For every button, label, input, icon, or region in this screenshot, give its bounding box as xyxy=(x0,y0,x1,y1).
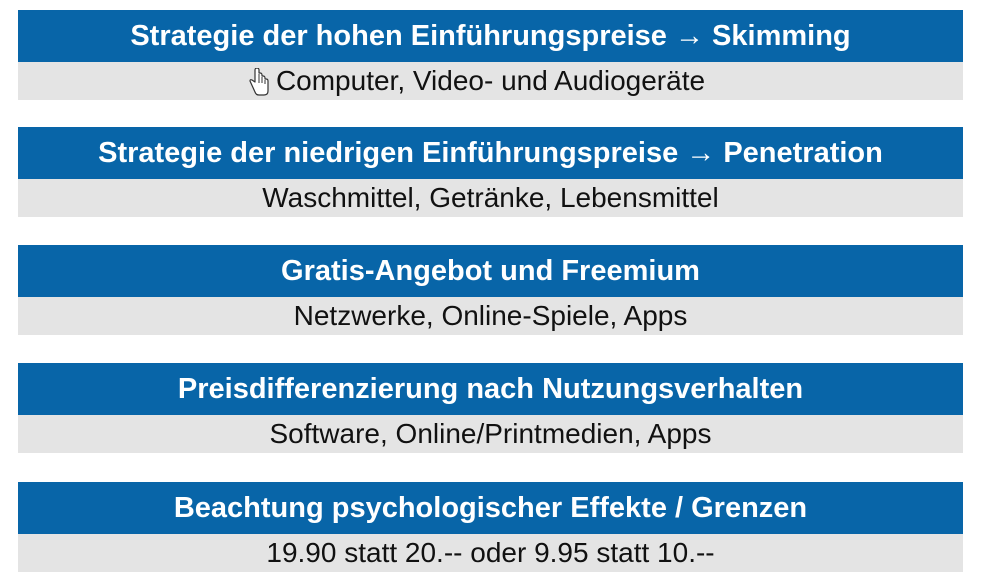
strategy-block-psychological-effects: Beachtung psychologischer Effekte / Gren… xyxy=(18,482,963,572)
strategy-examples: Netzwerke, Online-Spiele, Apps xyxy=(18,297,963,335)
strategy-block-freemium: Gratis-Angebot und Freemium Netzwerke, O… xyxy=(18,245,963,335)
strategy-examples: Computer, Video- und Audiogeräte xyxy=(18,62,963,100)
strategy-title: Strategie der niedrigen Einführungspreis… xyxy=(18,127,963,179)
strategy-title: Strategie der hohen Einführungspreise → … xyxy=(18,10,963,62)
strategy-title: Gratis-Angebot und Freemium xyxy=(18,245,963,297)
strategy-block-price-differentiation: Preisdifferenzierung nach Nutzungsverhal… xyxy=(18,363,963,453)
strategy-title: Beachtung psychologischer Effekte / Gren… xyxy=(18,482,963,534)
strategy-block-skimming: Strategie der hohen Einführungspreise → … xyxy=(18,10,963,100)
strategy-block-penetration: Strategie der niedrigen Einführungspreis… xyxy=(18,127,963,217)
strategy-examples: Waschmittel, Getränke, Lebensmittel xyxy=(18,179,963,217)
strategy-examples: 19.90 statt 20.-- oder 9.95 statt 10.-- xyxy=(18,534,963,572)
strategy-title: Preisdifferenzierung nach Nutzungsverhal… xyxy=(18,363,963,415)
strategy-examples: Software, Online/Printmedien, Apps xyxy=(18,415,963,453)
